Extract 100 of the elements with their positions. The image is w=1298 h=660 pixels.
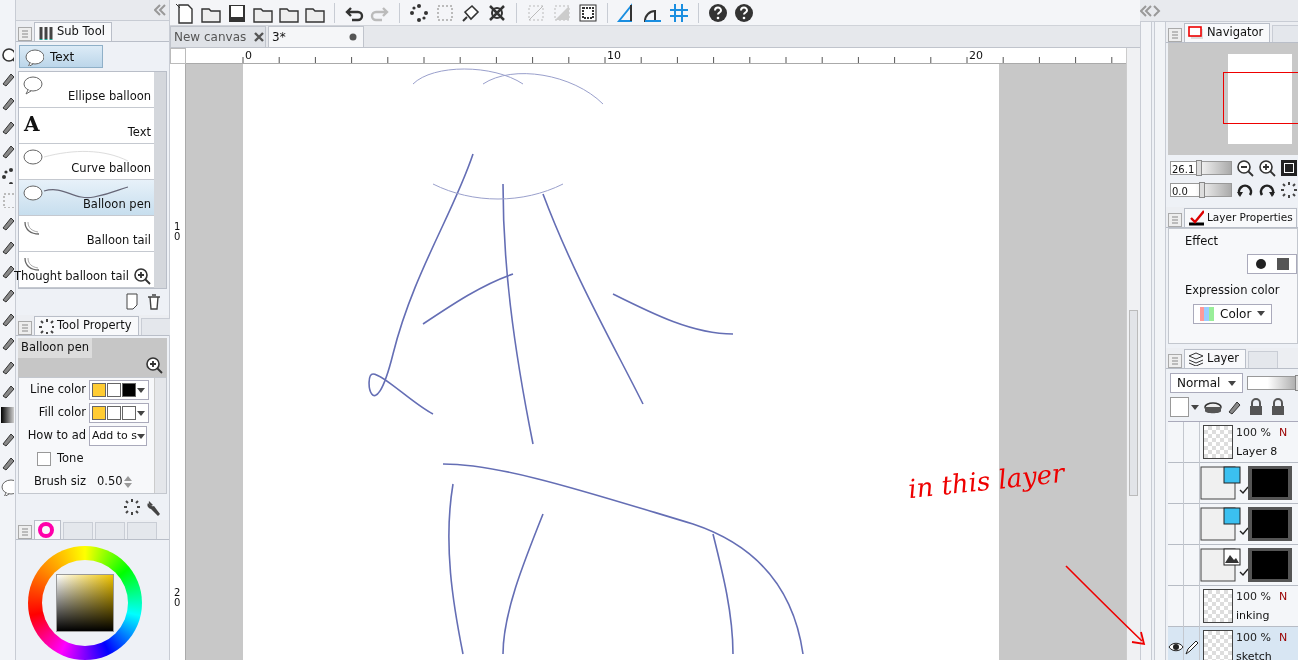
item-label: Ellipse balloon	[68, 88, 151, 105]
layer-thumbnail	[1203, 589, 1233, 623]
opacity-value: 100 %	[1236, 425, 1271, 441]
tool-icon[interactable]	[0, 46, 14, 64]
speech-balloon-icon	[22, 75, 44, 96]
spinner-icon[interactable]	[122, 475, 133, 490]
caret-icon[interactable]	[137, 410, 145, 416]
opacity-value: 100 %	[1236, 589, 1271, 605]
preset-name: Balloon pen	[18, 337, 92, 358]
trash-icon[interactable]	[145, 293, 163, 312]
panel-tab[interactable]: Navigator	[1184, 23, 1271, 42]
color-square[interactable]	[56, 574, 114, 632]
zoom-out-icon[interactable]	[1236, 159, 1254, 177]
ruler-label: 10	[174, 222, 181, 242]
item-label: Balloon pen	[83, 196, 151, 213]
layer-row[interactable]	[1168, 545, 1298, 586]
section-label: Expression color	[1184, 282, 1281, 300]
item-label: Balloon tail	[86, 232, 151, 249]
layer-thumbnail	[1203, 425, 1233, 459]
layer-row[interactable]	[1168, 504, 1298, 545]
help-icon[interactable]	[707, 1, 729, 24]
reset-icon[interactable]	[123, 497, 141, 516]
property-label: How to ad	[26, 427, 87, 445]
color-chip-icon[interactable]	[1170, 397, 1200, 417]
item-label: Thought balloon tail	[13, 267, 129, 285]
scrollbar[interactable]	[1126, 48, 1140, 660]
blend-mode: N	[1278, 589, 1288, 605]
letter-icon: A	[24, 109, 40, 140]
slider-thumb[interactable]	[1199, 182, 1205, 198]
reset-icon[interactable]	[1280, 181, 1298, 199]
tool-icon[interactable]	[0, 166, 14, 184]
sub-tool-item[interactable]: Balloon pen	[19, 180, 154, 217]
new-file-icon[interactable]	[174, 1, 196, 24]
ruler-label: 20	[969, 50, 983, 61]
color-wheel-icon	[38, 522, 54, 538]
rotate-left-icon[interactable]	[1236, 181, 1254, 199]
layer-row[interactable]: 100 % N sketch	[1168, 627, 1298, 660]
property-label: Line color	[29, 381, 87, 399]
layer-thumbnail	[1203, 630, 1233, 660]
layer-name: inking	[1236, 608, 1271, 624]
slider-thumb[interactable]	[1196, 160, 1202, 176]
number-value: 0.50	[97, 473, 123, 491]
caret-icon[interactable]	[1227, 380, 1236, 386]
tool-group-button[interactable]: Text	[19, 44, 103, 69]
section-label: Effect	[1184, 233, 1220, 250]
dropdown[interactable]: Add to s	[89, 426, 147, 447]
magnifier-icon[interactable]	[145, 355, 163, 374]
property-label: Fill color	[37, 404, 87, 422]
layer-row[interactable]	[1168, 463, 1298, 504]
ruler-label: 0	[245, 50, 252, 61]
ruler-label: 20	[174, 588, 181, 608]
caret-icon[interactable]	[137, 433, 146, 439]
property-label: Brush siz	[32, 473, 87, 491]
dots-icon[interactable]	[408, 1, 430, 24]
effect-buttons-icon[interactable]	[1247, 254, 1297, 275]
close-icon[interactable]	[254, 32, 265, 42]
zoom-in-icon[interactable]	[1258, 159, 1276, 177]
ruler-label: 10	[607, 50, 621, 61]
color-picker[interactable]	[89, 380, 149, 401]
color-mode-dropdown[interactable]: Color	[1193, 303, 1273, 324]
opacity-slider[interactable]	[1246, 376, 1298, 390]
handwritten-note: in this layer	[906, 456, 1067, 507]
color-picker[interactable]	[89, 403, 149, 424]
checkbox[interactable]	[37, 452, 51, 467]
layer-row[interactable]: 100 % N Layer 8	[1168, 422, 1298, 463]
caret-icon[interactable]	[137, 387, 145, 393]
rotation-value: 0.0	[1172, 185, 1188, 199]
rotate-right-icon[interactable]	[1258, 181, 1276, 199]
item-label: Text	[127, 124, 151, 141]
layers-icon	[1188, 352, 1204, 366]
fit-icon[interactable]	[1280, 159, 1298, 177]
caret-icon[interactable]	[1257, 311, 1266, 316]
unsaved-dot-icon	[349, 33, 357, 41]
magnifier-icon[interactable]	[133, 267, 151, 286]
help-icon[interactable]	[733, 1, 755, 24]
sub-tool-item[interactable]: Balloon tail	[19, 216, 154, 253]
document-tab[interactable]: New canvas	[170, 26, 266, 47]
blend-mode: N	[1278, 425, 1288, 441]
panel-tab[interactable]: Layer	[1184, 349, 1247, 368]
blend-mode: N	[1278, 630, 1288, 646]
new-page-icon[interactable]	[125, 293, 141, 312]
property-label: Tone	[57, 450, 84, 468]
pen-icon	[1183, 639, 1200, 655]
layer-name: sketch	[1236, 649, 1273, 660]
scrollbar[interactable]	[154, 377, 166, 493]
speech-balloon-icon	[24, 47, 44, 66]
panel-tab[interactable]: Sub Tool	[34, 21, 112, 41]
sub-tool-item[interactable]: Ellipse balloon	[19, 72, 154, 109]
zoom-slider[interactable]: 26.1	[1170, 161, 1232, 175]
panel-tab[interactable]: Layer Properties	[1184, 208, 1297, 227]
selection-icon[interactable]	[577, 1, 599, 24]
panel-tab[interactable]: Tool Property	[34, 315, 139, 335]
scrollbar[interactable]	[154, 72, 166, 289]
sub-tool-item[interactable]: A Text	[19, 108, 154, 145]
blend-mode-dropdown[interactable]: Normal	[1170, 373, 1243, 393]
layer-row[interactable]: 100 % N inking	[1168, 586, 1298, 627]
rotation-slider[interactable]: 0.0	[1170, 183, 1232, 197]
document-tab[interactable]: 3*	[268, 26, 364, 47]
tool-icon[interactable]	[0, 406, 14, 424]
opacity-value: 100 %	[1236, 630, 1271, 646]
